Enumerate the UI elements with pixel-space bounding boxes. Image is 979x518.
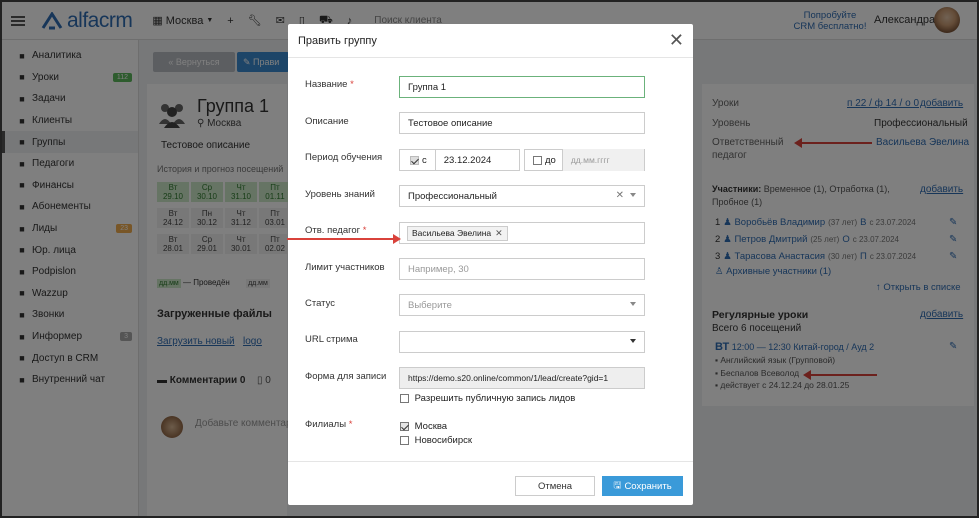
branches-label-text: Филиалы <box>305 419 347 430</box>
branch-moscow-label: Москва <box>414 421 448 432</box>
teacher-label: Отв. педагог * <box>305 225 366 236</box>
level-select-value: Профессиональный <box>408 190 497 202</box>
branch-nsk-label: Новосибирск <box>414 435 473 446</box>
public-checkbox[interactable] <box>400 393 409 403</box>
name-input[interactable]: Группа 1 <box>399 76 645 98</box>
period-label: Период обучения <box>305 152 383 163</box>
remove-tag-icon[interactable]: ✕ <box>495 228 503 239</box>
status-select[interactable]: Выберите <box>399 294 645 316</box>
form-label: Форма для записи <box>305 371 387 382</box>
period-from-label: с <box>422 154 427 166</box>
period-to-label: до <box>545 154 556 166</box>
period-to-input[interactable]: дд.мм.гггг <box>561 149 644 171</box>
period-from-group: с 23.12.2024 <box>399 149 520 171</box>
modal-footer: Отмена 🖫︎ Сохранить <box>288 461 693 505</box>
modal-title: Править группу <box>298 34 377 47</box>
annotation-arrow-teacher-field <box>287 234 401 244</box>
period-to-checkbox[interactable] <box>533 155 542 165</box>
required-mark: * <box>350 79 354 90</box>
status-placeholder: Выберите <box>408 299 452 311</box>
teacher-label-text: Отв. педагог <box>305 225 361 236</box>
level-select[interactable]: Профессиональный ✕ <box>399 185 645 207</box>
description-label: Описание <box>305 116 349 127</box>
required-mark: * <box>348 419 353 430</box>
branches-label: Филиалы * <box>305 419 352 430</box>
period-to-group: до дд.мм.гггг <box>524 149 645 171</box>
form-url-input[interactable]: https://demo.s20.online/common/1/lead/cr… <box>399 367 645 389</box>
stream-select[interactable] <box>399 331 645 353</box>
stream-label: URL стрима <box>305 334 358 345</box>
caret-down-icon <box>630 193 636 197</box>
branch-nsk-row[interactable]: Новосибирск <box>400 435 472 446</box>
save-icon: 🖫︎ <box>613 480 622 491</box>
branch-moscow-row[interactable]: Москва <box>400 421 447 432</box>
public-checkbox-label: Разрешить публичную запись лидов <box>414 393 576 404</box>
limit-input[interactable]: Например, 30 <box>399 258 645 280</box>
period-from-input[interactable]: 23.12.2024 <box>434 149 491 171</box>
public-checkbox-row[interactable]: Разрешить публичную запись лидов <box>400 393 575 404</box>
level-label: Уровень знаний <box>305 189 375 200</box>
description-input[interactable]: Тестовое описание <box>399 112 645 134</box>
branch-nsk-checkbox[interactable] <box>400 435 409 445</box>
close-icon[interactable]: ✕ <box>669 31 684 49</box>
period-from-checkbox[interactable] <box>410 155 419 165</box>
chevron-down-icon <box>630 339 636 343</box>
limit-label: Лимит участников <box>305 262 385 273</box>
edit-group-modal: Править группу ✕ Название * Группа 1 Опи… <box>288 24 693 505</box>
modal-header: Править группу ✕ <box>288 24 693 58</box>
teacher-tag: Васильева Эвелина ✕ <box>407 225 508 241</box>
app-window: alfacrm ▦ Москва ▼ + 🔧︎ ✉ ▯ ⛟ ♪ Поиск кл… <box>0 0 979 518</box>
name-label: Название * <box>305 79 354 90</box>
name-label-text: Название <box>305 79 348 90</box>
save-label: Сохранить <box>624 480 672 492</box>
save-button[interactable]: 🖫︎ Сохранить <box>602 476 683 496</box>
branch-moscow-checkbox[interactable] <box>400 421 409 431</box>
teacher-tag-label: Васильева Эвелина <box>412 228 492 238</box>
cancel-button[interactable]: Отмена <box>515 476 595 496</box>
required-mark: * <box>362 225 367 236</box>
clear-icon[interactable]: ✕ <box>616 190 624 201</box>
status-label: Статус <box>305 298 336 309</box>
teacher-select[interactable]: Васильева Эвелина ✕ <box>399 222 645 244</box>
caret-down-icon <box>630 302 636 306</box>
